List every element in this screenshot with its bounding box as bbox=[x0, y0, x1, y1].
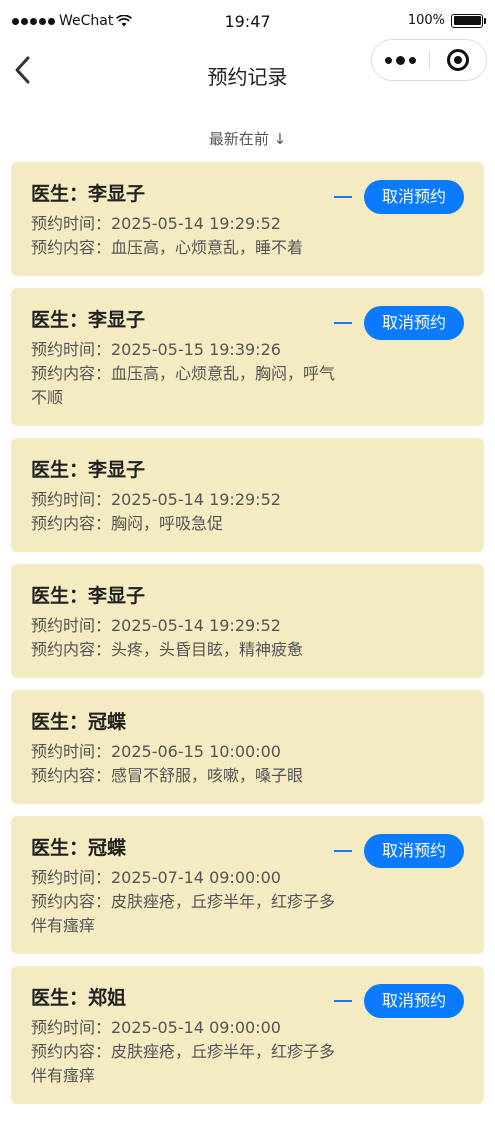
appointment-content: 预约内容：胸闷，呼吸急促 bbox=[31, 514, 224, 533]
appointment-time: 预约时间：2025-05-14 19:29:52 bbox=[31, 490, 281, 509]
appointment-content: 预约内容：头疼，头昏目眩，精神疲惫 bbox=[31, 640, 304, 659]
doctor-name: 医生：冠蝶 bbox=[31, 711, 127, 733]
battery-icon bbox=[451, 13, 486, 28]
doctor-name: 医生：李显子 bbox=[31, 585, 146, 607]
cancel-appointment-button[interactable]: 取消预约 bbox=[363, 984, 464, 1018]
appointment-card: 医生：郑姐 预约时间：2025-05-14 09:00:00 预约内容：皮肤痤疮，丘… bbox=[11, 966, 484, 1104]
appointment-card: 医生：李显子 预约时间：2025-05-15 19:39:26 预约内容：血压高，心… bbox=[11, 288, 484, 426]
battery-status: 100% bbox=[407, 13, 486, 28]
collapse-icon[interactable] bbox=[333, 196, 352, 198]
cancel-appointment-button[interactable]: 取消预约 bbox=[363, 306, 464, 340]
doctor-name: 医生：李显子 bbox=[31, 459, 146, 481]
appointment-card: 医生：李显子预约时间：2025-05-14 19:29:52 预约内容：胸闷，呼吸… bbox=[11, 438, 484, 552]
appointment-content: 预约内容：血压高，心烦意乱，睡不着 bbox=[31, 238, 304, 257]
appointment-list: 医生：李显子 预约时间：2025-05-14 19:29:52 预约内容：血压高，心… bbox=[11, 162, 484, 1116]
appointment-card: 医生：冠蝶 预约时间：2025-07-14 09:00:00 预约内容：皮肤痤疮，丘… bbox=[11, 816, 484, 954]
card-actions: 取消预约 bbox=[333, 834, 464, 868]
appointment-content: 预约内容：皮肤痤疮，丘疹半年，红疹子多伴有瘙痒 bbox=[31, 1042, 336, 1085]
cancel-appointment-button[interactable]: 取消预约 bbox=[363, 180, 464, 214]
cancel-appointment-button[interactable]: 取消预约 bbox=[363, 834, 464, 868]
appointment-card: 医生：李显子 预约时间：2025-05-14 19:29:52 预约内容：血压高，心… bbox=[11, 162, 484, 276]
appointment-time: 预约时间：2025-05-14 19:29:52 bbox=[31, 214, 281, 233]
status-bar: WeChat 19:47 100% bbox=[0, 0, 495, 44]
collapse-icon[interactable] bbox=[333, 322, 352, 324]
mini-program-capsule bbox=[371, 39, 487, 81]
sort-order-toggle[interactable]: 最新在前 ↓ bbox=[0, 128, 495, 149]
appointment-card: 医生：李显子预约时间：2025-05-14 19:29:52 预约内容：头疼，头昏… bbox=[11, 564, 484, 678]
appointment-time: 预约时间：2025-05-14 19:29:52 bbox=[31, 616, 281, 635]
collapse-icon[interactable] bbox=[333, 850, 352, 852]
navigation-bar: 预约记录 bbox=[0, 39, 495, 100]
appointment-content: 预约内容：皮肤痤疮，丘疹半年，红疹子多伴有瘙痒 bbox=[31, 892, 336, 935]
card-actions: 取消预约 bbox=[333, 306, 464, 340]
card-actions: 取消预约 bbox=[333, 180, 464, 214]
card-actions: 取消预约 bbox=[333, 984, 464, 1018]
appointment-content: 预约内容：血压高，心烦意乱，胸闷，呼气不顺 bbox=[31, 364, 336, 407]
appointment-time: 预约时间：2025-07-14 09:00:00 bbox=[31, 868, 281, 887]
appointment-time: 预约时间：2025-05-15 19:39:26 bbox=[31, 340, 281, 359]
appointment-content: 预约内容：感冒不舒服，咳嗽，嗓子眼 bbox=[31, 766, 304, 785]
battery-percent: 100% bbox=[407, 13, 445, 28]
close-miniprogram-icon[interactable] bbox=[429, 49, 486, 71]
more-menu-icon[interactable] bbox=[372, 55, 429, 65]
appointment-card: 医生：冠蝶预约时间：2025-06-15 10:00:00 预约内容：感冒不舒服，… bbox=[11, 690, 484, 804]
appointment-time: 预约时间：2025-06-15 10:00:00 bbox=[31, 742, 281, 761]
collapse-icon[interactable] bbox=[333, 1000, 352, 1002]
appointment-time: 预约时间：2025-05-14 09:00:00 bbox=[31, 1018, 281, 1037]
